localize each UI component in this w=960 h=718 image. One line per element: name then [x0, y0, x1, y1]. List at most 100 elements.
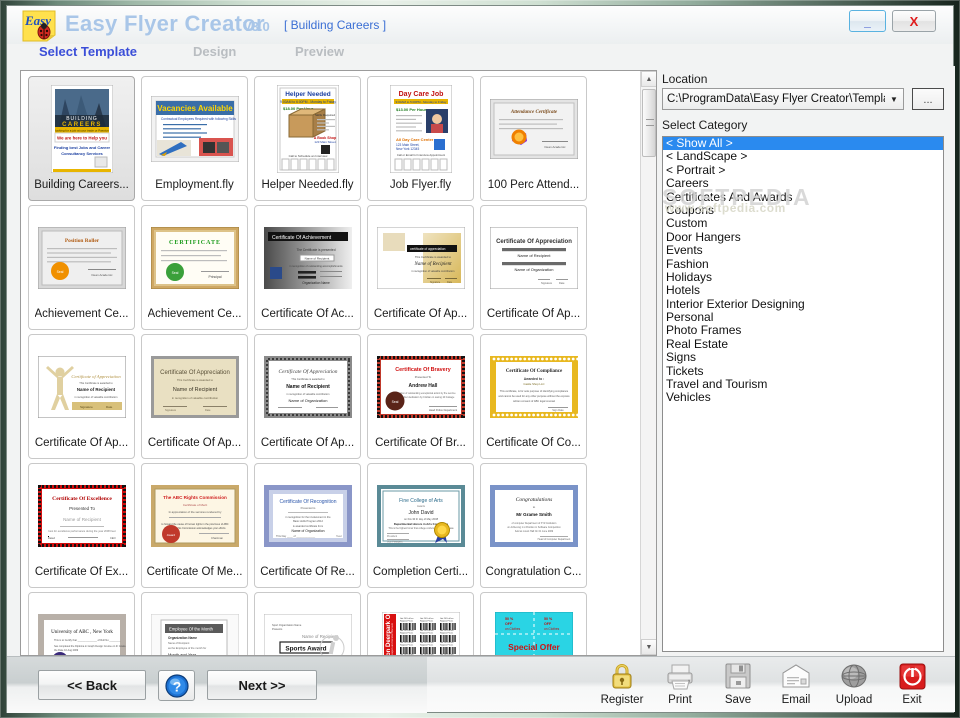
scroll-down-arrow-icon[interactable]: ▼: [641, 639, 656, 655]
template-item[interactable]: Fine College of Arts Awards John David o…: [367, 463, 474, 588]
location-combobox[interactable]: C:\ProgramData\Easy Flyer Creator\Templa…: [662, 88, 904, 110]
template-item[interactable]: Certificate of Appreciation This Certifi…: [28, 334, 135, 459]
svg-text:on this 30 th day of May 2008: on this 30 th day of May 2008: [403, 517, 438, 521]
minimize-button[interactable]: _: [849, 10, 886, 32]
category-item[interactable]: Personal: [663, 310, 943, 324]
template-grid[interactable]: BUILDING CAREERS looking for a job at yo…: [21, 71, 641, 655]
template-item[interactable]: Employee Of the Month Organization Name …: [141, 592, 248, 655]
category-item[interactable]: Travel and Tourism: [663, 377, 943, 391]
category-item[interactable]: Certificates And Awards: [663, 190, 943, 204]
template-item[interactable]: Certificate Of Compliance Awarded to : C…: [480, 334, 587, 459]
help-button[interactable]: ?: [158, 670, 195, 701]
window-body: Easy Easy Flyer Creator V3.0 [ Building …: [6, 5, 955, 713]
category-item[interactable]: Signs: [663, 350, 943, 364]
category-listbox[interactable]: < Show All > < LandScape > < Portrait > Car…: [662, 136, 944, 652]
template-item[interactable]: Helper Needed 9:00AM to 6:00PM - Monday …: [254, 76, 361, 201]
footer-bar: << Back ? Next >> Register Print Save Em…: [7, 656, 955, 713]
svg-text:Get 20% off on: Get 20% off on: [420, 641, 433, 644]
category-item[interactable]: < Portrait >: [663, 163, 943, 177]
app-title: Easy Flyer Creator: [65, 11, 265, 36]
tab-select-template[interactable]: Select Template: [39, 44, 137, 59]
template-item[interactable]: Position Roller Seal Dean Academic Achie…: [28, 205, 135, 330]
next-button[interactable]: Next >>: [207, 670, 317, 700]
svg-text:Fine College of Arts: Fine College of Arts: [399, 498, 443, 504]
category-item[interactable]: Hotels: [663, 283, 943, 297]
category-item[interactable]: < Show All >: [663, 137, 943, 151]
template-thumbnail: Position Roller Seal Dean Academic: [32, 210, 131, 305]
svg-text:50 %: 50 %: [505, 617, 514, 621]
toolbar-print-button[interactable]: Print: [651, 659, 709, 713]
category-item[interactable]: Vehicles: [663, 391, 943, 405]
close-button[interactable]: X: [892, 10, 936, 32]
template-thumbnail: The ABC Rights Commission Certificate of…: [145, 468, 244, 563]
category-item[interactable]: Events: [663, 243, 943, 257]
category-item[interactable]: Coupons: [663, 203, 943, 217]
scrollbar-thumb[interactable]: [642, 89, 656, 157]
scroll-up-arrow-icon[interactable]: ▲: [641, 71, 656, 87]
template-item[interactable]: 50 % OFF on Clothes 50 % OFF on Clothes …: [480, 592, 587, 655]
template-item[interactable]: Vacancies Available Contractual Employee…: [141, 76, 248, 201]
template-name: Certificate Of Co...: [486, 437, 581, 449]
template-item[interactable]: Certificate Of Appreciation This Certifi…: [141, 334, 248, 459]
svg-text:in recognition of valuable con: in recognition of valuable contribution: [411, 269, 454, 273]
template-item[interactable]: Attendance Certificate Dean Academic 100…: [480, 76, 587, 201]
template-item[interactable]: CERTIFICATE Seal Principal Achievement C…: [141, 205, 248, 330]
category-item[interactable]: Tickets: [663, 364, 943, 378]
template-item[interactable]: certificate of appreciation This Certifi…: [367, 205, 474, 330]
template-item[interactable]: The ABC Rights Commission Certificate of…: [141, 463, 248, 588]
template-item[interactable]: BUILDING CAREERS looking for a job at yo…: [28, 76, 135, 201]
toolbar-save-button[interactable]: Save: [709, 659, 767, 713]
back-button[interactable]: << Back: [38, 670, 146, 700]
template-thumbnail: Certificate Of Achievement The Certifica…: [258, 210, 357, 305]
toolbar-button-label: Save: [724, 694, 752, 706]
svg-text:and cannot be used for any oth: and cannot be used for any other purpose…: [498, 394, 570, 398]
template-item[interactable]: Certificate Of Appreciation This Certifi…: [254, 334, 361, 459]
template-name: Certificate Of Ap...: [486, 308, 581, 320]
template-item[interactable]: Certificate Of Recognition Presented to …: [254, 463, 361, 588]
template-item[interactable]: Certificate Of Excellence Presented To N…: [28, 463, 135, 588]
template-item[interactable]: University of ABC , New York This is to …: [28, 592, 135, 655]
category-item[interactable]: Real Estate: [663, 337, 943, 351]
floppy-disk-icon: [724, 659, 752, 693]
template-name: Employment.fly: [155, 179, 234, 191]
tab-preview[interactable]: Preview: [295, 44, 344, 59]
svg-text:Regular Prices: Regular Prices: [440, 644, 453, 646]
category-item[interactable]: Custom: [663, 216, 943, 230]
category-item[interactable]: Door Hangers: [663, 230, 943, 244]
help-icon: ?: [164, 673, 189, 698]
category-item[interactable]: < LandScape >: [663, 149, 943, 163]
browse-button[interactable]: ...: [912, 88, 944, 110]
svg-text:50 %: 50 %: [544, 617, 553, 621]
template-thumbnail: Certificate Of Appreciation This Certifi…: [145, 339, 244, 434]
template-item[interactable]: Sale on Deerpark Outlet Show this coupon…: [367, 592, 474, 655]
category-item[interactable]: Holidays: [663, 270, 943, 284]
svg-text:of computer Department of XYZ: of computer Department of XYZ Institutio…: [511, 522, 556, 525]
category-item[interactable]: Interior Exterior Designing: [663, 297, 943, 311]
title-bar: Easy Easy Flyer Creator V3.0 [ Building …: [7, 6, 953, 44]
template-item[interactable]: Day Care Job 9:00AM to 5:00PM - Monday t…: [367, 76, 474, 201]
svg-text:9:00AM to 6:00PM - Monday to F: 9:00AM to 6:00PM - Monday to Friday: [280, 100, 336, 104]
category-item[interactable]: Fashion: [663, 257, 943, 271]
template-item[interactable]: Certificate Of Achievement The Certifica…: [254, 205, 361, 330]
location-value: C:\ProgramData\Easy Flyer Creator\Templa…: [667, 93, 885, 105]
template-name: Certificate Of Ap...: [34, 437, 129, 449]
toolbar-email-button[interactable]: Email: [767, 659, 825, 713]
toolbar-register-button[interactable]: Register: [593, 659, 651, 713]
template-item[interactable]: Congratulations to Mr Grame Smith of com…: [480, 463, 587, 588]
svg-text:in recognition of valuable con: in recognition of valuable contribution: [74, 395, 117, 399]
template-item[interactable]: Sport Organization Name Presents Name of…: [254, 592, 361, 655]
svg-text:Presented to: Presented to: [300, 506, 315, 510]
svg-text:Get 20% off on: Get 20% off on: [440, 629, 453, 632]
template-item[interactable]: Certificate Of Appreciation Name of Reci…: [480, 205, 587, 330]
svg-text:Name of Recipient: Name of Recipient: [413, 262, 452, 267]
svg-text:Get 20% off on: Get 20% off on: [440, 617, 453, 620]
toolbar-upload-button[interactable]: Upload: [825, 659, 883, 713]
template-item[interactable]: Certificate Of Bravery Presented To Andr…: [367, 334, 474, 459]
svg-text:Get 20% off on: Get 20% off on: [420, 617, 433, 620]
toolbar-button-label: Exit: [902, 694, 922, 706]
category-item[interactable]: Photo Frames: [663, 324, 943, 338]
tab-design[interactable]: Design: [193, 44, 236, 59]
category-item[interactable]: Careers: [663, 176, 943, 190]
template-scrollbar[interactable]: ▲ ▼: [640, 71, 656, 655]
toolbar-exit-button[interactable]: Exit: [883, 659, 941, 713]
